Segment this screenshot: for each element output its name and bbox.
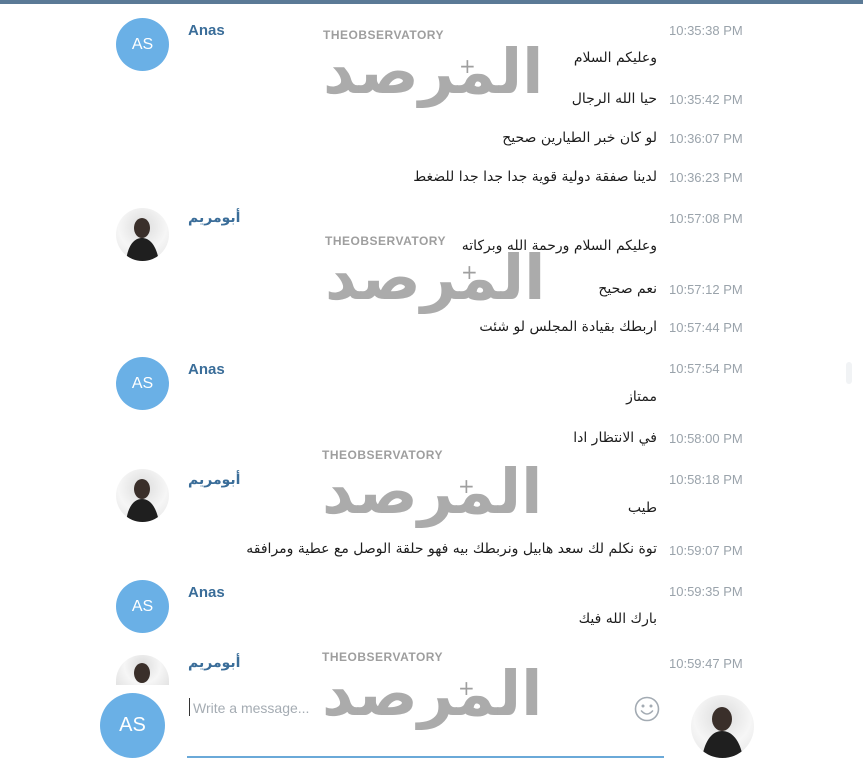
message-input[interactable] [191,696,615,720]
message-time: 10:57:12 PM [669,282,743,297]
plus-icon: + [459,54,476,78]
message-text: لدينا صفقة دولية قوية جدا جدا جدا للضغط [413,169,657,185]
message-time: 10:57:44 PM [669,320,743,335]
message-time: 10:57:54 PM [669,361,743,376]
avatar[interactable] [116,469,169,522]
message-time: 10:57:08 PM [669,211,743,226]
avatar[interactable] [116,208,169,261]
profile-photo-icon [126,479,159,522]
profile-photo-icon [134,663,150,683]
profile-photo-icon [126,218,159,261]
plus-icon: + [458,474,475,498]
message-text: وعليكم السلام ورحمة الله وبركاته [461,238,657,254]
sender-name[interactable]: Anas [188,22,225,39]
message-text: لو كان خبر الطيارين صحيح [502,130,657,146]
sender-name[interactable]: أبومريم [188,472,240,488]
message-time: 10:36:07 PM [669,131,743,146]
message-text: حيا الله الرجال [571,91,657,107]
own-avatar[interactable]: AS [100,693,165,758]
avatar[interactable] [116,655,169,685]
message-text: بارك الله فيك [578,611,657,627]
message-text: ممتاز [626,389,657,405]
watermark-logo: THEOBSERVATORY المرصد + [323,28,544,108]
message-time: 10:59:35 PM [669,584,743,599]
message-time: 10:58:00 PM [669,431,743,446]
message-text: نعم صحيح [598,281,657,297]
message-time: 10:59:47 PM [669,656,743,671]
message-composer [187,690,664,758]
window-top-bar [0,0,863,4]
scrollbar[interactable] [846,362,852,384]
sender-name[interactable]: Anas [188,361,225,378]
message-text: في الانتظار ادا [573,430,657,446]
avatar[interactable]: AS [116,18,169,71]
smiley-icon[interactable] [634,696,660,722]
message-time: 10:36:23 PM [669,170,743,185]
profile-photo-icon [702,707,743,758]
message-text: اربطك بقيادة المجلس لو شئت [479,319,657,335]
sender-name[interactable]: Anas [188,584,225,601]
message-time: 10:59:07 PM [669,543,743,558]
peer-avatar[interactable] [691,695,754,758]
message-text: وعليكم السلام [573,50,657,66]
text-caret [189,698,190,716]
message-text: توة نكلم لك سعد هابيل ونربطك بيه فهو حلق… [246,541,657,557]
plus-icon: + [461,260,478,284]
message-time: 10:58:18 PM [669,472,743,487]
watermark-logo: THEOBSERVATORY المرصد + [322,448,543,528]
sender-name[interactable]: أبومريم [188,210,240,226]
message-time: 10:35:42 PM [669,92,743,107]
sender-name[interactable]: أبومريم [188,655,240,671]
message-time: 10:35:38 PM [669,23,743,38]
avatar[interactable]: AS [116,580,169,633]
avatar[interactable]: AS [116,357,169,410]
message-text: طيب [627,500,657,516]
